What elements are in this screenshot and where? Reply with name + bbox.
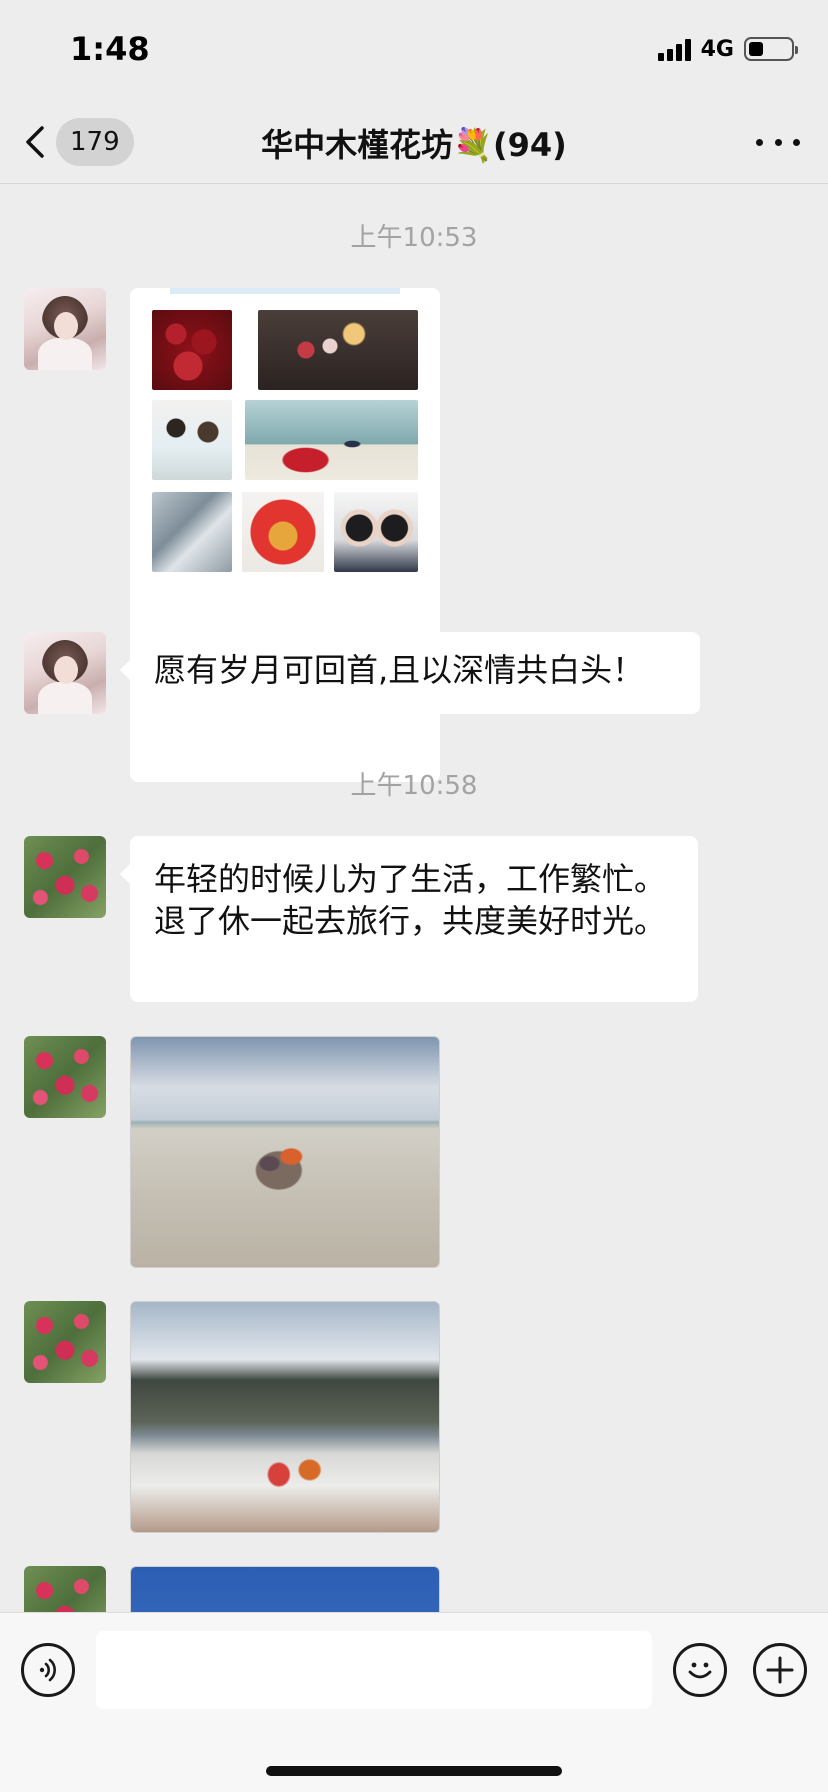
message-input[interactable] [96,1631,652,1709]
status-indicators: 4G [657,34,798,64]
signal-icon [657,37,691,61]
timestamp: 上午10:58 [350,771,478,801]
status-bar: 1:48 4G [0,0,828,100]
voice-icon [39,1658,56,1682]
collage-photo-selfie [334,492,418,572]
avatar[interactable] [24,632,106,714]
battery-icon [744,37,798,61]
ellipsis-icon [756,138,763,146]
collage-photo-heart-cake [242,492,324,572]
more-button[interactable] [756,124,800,160]
emoji-button[interactable] [673,1643,727,1697]
avatar[interactable] [24,836,106,918]
image-message-sky[interactable] [130,1566,440,1612]
avatar[interactable] [24,1301,106,1383]
avatar[interactable] [24,288,106,370]
image-message-beach[interactable] [130,1036,440,1268]
home-indicator[interactable] [266,1766,562,1776]
chat-title: 华中木槿花坊💐(94) [261,126,567,164]
network-label: 4G [700,36,734,62]
collage-photo-couple-portrait [152,400,232,480]
emoji-icon [688,1662,712,1679]
collage-photo-glass-floor [152,492,232,572]
nav-bar: 179 华中木槿花坊💐(94) [0,100,828,184]
collage-photo-roses [152,310,232,390]
voice-button[interactable] [21,1643,75,1697]
collage-photo-balloons [258,310,418,390]
text-message[interactable]: 年轻的时候儿为了生活，工作繁忙。退了休一起去旅行，共度美好时光。 [120,836,698,1002]
status-time: 1:48 [70,30,150,68]
collage-photo-red-dress [245,400,418,480]
battery-fill [749,42,763,56]
timestamp: 上午10:53 [350,223,478,253]
chat-area[interactable]: 上午10:53 愿有岁月可回首,且以深情共白头！ 上午10:58 年轻的时候儿为… [0,185,828,1612]
plus-icon [766,1656,794,1684]
text-message[interactable]: 愿有岁月可回首,且以深情共白头！ [120,632,700,714]
avatar[interactable] [24,1036,106,1118]
avatar[interactable] [24,1566,106,1612]
plus-button[interactable] [753,1643,807,1697]
image-message-boat[interactable] [130,1301,440,1533]
input-bar [0,1612,828,1792]
